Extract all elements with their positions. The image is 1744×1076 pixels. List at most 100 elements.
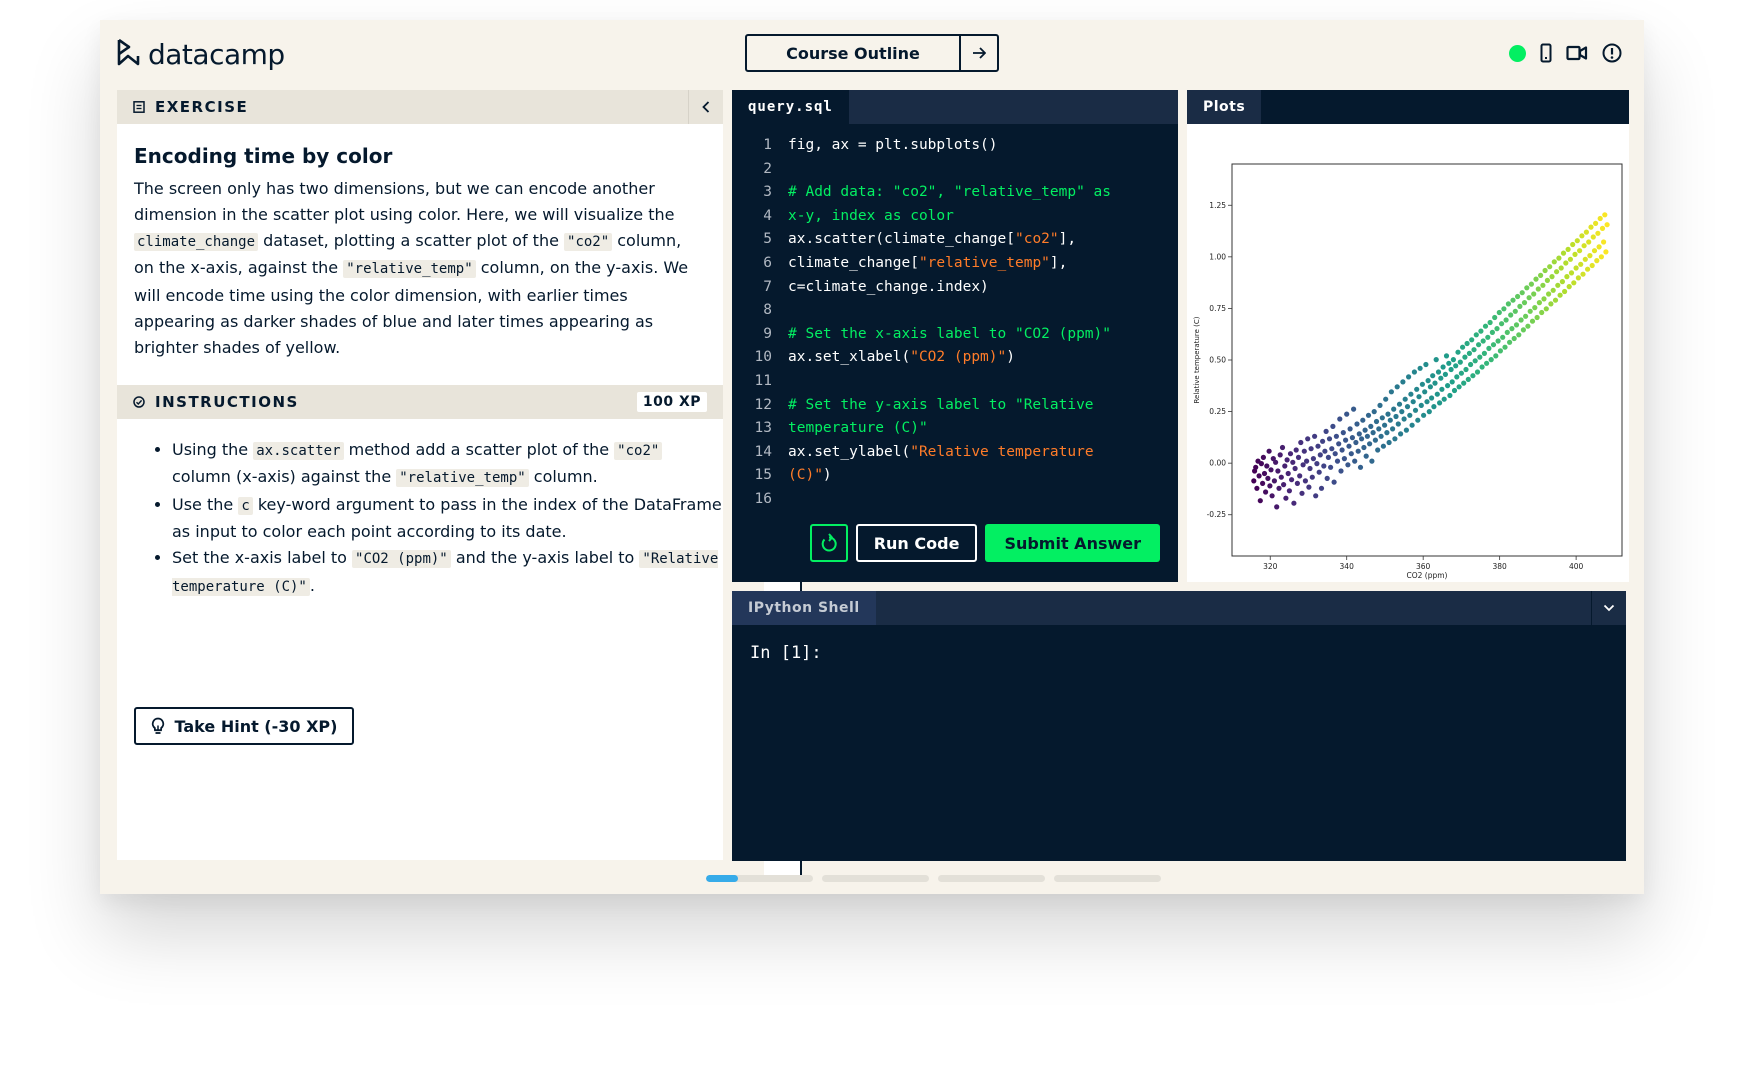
scatter-point [1454,374,1460,380]
code-text: ax.set_ylabel("Relative temperature [788,443,1094,460]
scatter-point [1383,396,1389,402]
scatter-point [1599,225,1606,231]
scatter-point [1533,276,1539,282]
mobile-icon[interactable] [1540,43,1552,63]
scatter-point [1395,421,1401,427]
scatter-point [1484,360,1490,366]
scatter-point [1463,366,1469,373]
scatter-point [1426,409,1432,415]
scatter-point [1415,417,1421,423]
scatter-point [1441,396,1447,402]
code-text: fig, ax = plt.subplots() [788,137,998,153]
code-line: 2 [732,158,1178,182]
scatter-point [1593,220,1599,226]
scatter-point [1346,443,1352,449]
submit-answer-button[interactable]: Submit Answer [985,524,1160,562]
scatter-point [1560,250,1567,256]
take-hint-button[interactable]: Take Hint (-30 XP) [134,707,354,745]
reset-icon [821,533,837,552]
scatter-point [1555,282,1561,288]
line-number: 16 [754,490,772,507]
scatter-point [1532,305,1538,311]
code-area[interactable]: 1 fig, ax = plt.subplots() 2 3 # Add data: "… [732,124,1178,512]
scatter-point [1440,364,1446,370]
scatter-point [1513,322,1520,328]
scatter-point [1315,443,1321,449]
scatter-point [1562,288,1568,295]
scatter-point [1274,504,1280,510]
scatter-point [1373,418,1380,425]
scatter-point [1442,371,1448,377]
scatter-point [1406,374,1412,380]
scatter-point [1485,334,1491,340]
check-circle-icon [133,395,145,408]
scatter-point [1437,400,1443,406]
scatter-point [1524,285,1530,291]
scatter-point [1356,431,1362,437]
scatter-point [1503,317,1509,323]
video-icon[interactable] [1566,45,1588,61]
scatter-point [1573,265,1579,271]
scatter-point [1322,448,1328,454]
line-number: 12 [754,396,772,413]
scatter-point [1477,354,1483,360]
scatter-point [1265,475,1271,481]
logo-text: datacamp [148,37,285,71]
collapse-panel-button[interactable] [688,90,723,124]
x-tick-label: 360 [1416,562,1431,571]
scatter-point [1390,426,1396,432]
scatter-point [1563,260,1569,266]
plots-tabbar: Plots [1187,90,1629,124]
tab-ipython-shell[interactable]: IPython Shell [732,591,876,625]
scatter-point [1443,353,1450,359]
scatter-point [1540,282,1546,288]
scatter-point [1378,433,1384,439]
scatter-point [1575,275,1581,281]
tab-plots[interactable]: Plots [1187,90,1262,124]
inline-code: "co2" [564,232,613,251]
scatter-point [1534,314,1540,321]
top-right-icons [1509,43,1622,63]
scatter-point [1547,264,1553,270]
code-text: c=climate_change.index) [788,278,989,295]
scatter-point [1301,448,1307,454]
scatter-point [1521,300,1528,306]
scatter-point [1480,338,1486,344]
scatter-point [1580,271,1586,277]
shell-prompt[interactable]: In [1]: [732,625,1626,681]
scatter-point [1370,430,1376,436]
code-line: 6 climate_change["relative_temp"], [732,252,1178,276]
scatter-point [1387,417,1393,423]
scatter-point [1579,233,1585,239]
run-code-button[interactable]: Run Code [855,524,978,562]
chevron-down-icon [1603,604,1615,612]
alert-icon[interactable] [1602,43,1622,63]
scatter-point [1254,485,1260,491]
reset-code-button[interactable] [809,524,848,562]
scatter-point [1277,452,1283,458]
code-text: temperature (C)" [788,420,928,437]
scatter-point [1469,337,1475,343]
line-number: 15 [754,467,772,484]
scatter-point [1551,259,1557,265]
next-exercise-button[interactable] [959,36,997,70]
code-line: 4 x-y, index as color [732,205,1178,229]
plot-frame [1231,163,1623,557]
scatter-point [1355,448,1361,454]
scatter-point [1546,291,1552,297]
scatter-point [1341,456,1347,462]
scatter-point [1380,443,1386,449]
datacamp-logo[interactable]: datacamp [116,36,285,72]
scatter-point [1427,384,1433,390]
scatter-point [1431,404,1437,410]
scatter-point [1404,404,1411,410]
course-outline-button[interactable]: Course Outline [747,36,959,70]
line-number: 5 [763,231,772,248]
scatter-point [1552,297,1559,303]
scatter-point [1449,379,1455,385]
shell-collapse-button[interactable] [1591,591,1626,625]
code-line: 16 [732,488,1178,512]
tab-query-sql[interactable]: query.sql [732,90,849,124]
instruction-item: Using the ax.scatter method add a scatte… [172,437,723,492]
scatter-point [1596,244,1602,250]
